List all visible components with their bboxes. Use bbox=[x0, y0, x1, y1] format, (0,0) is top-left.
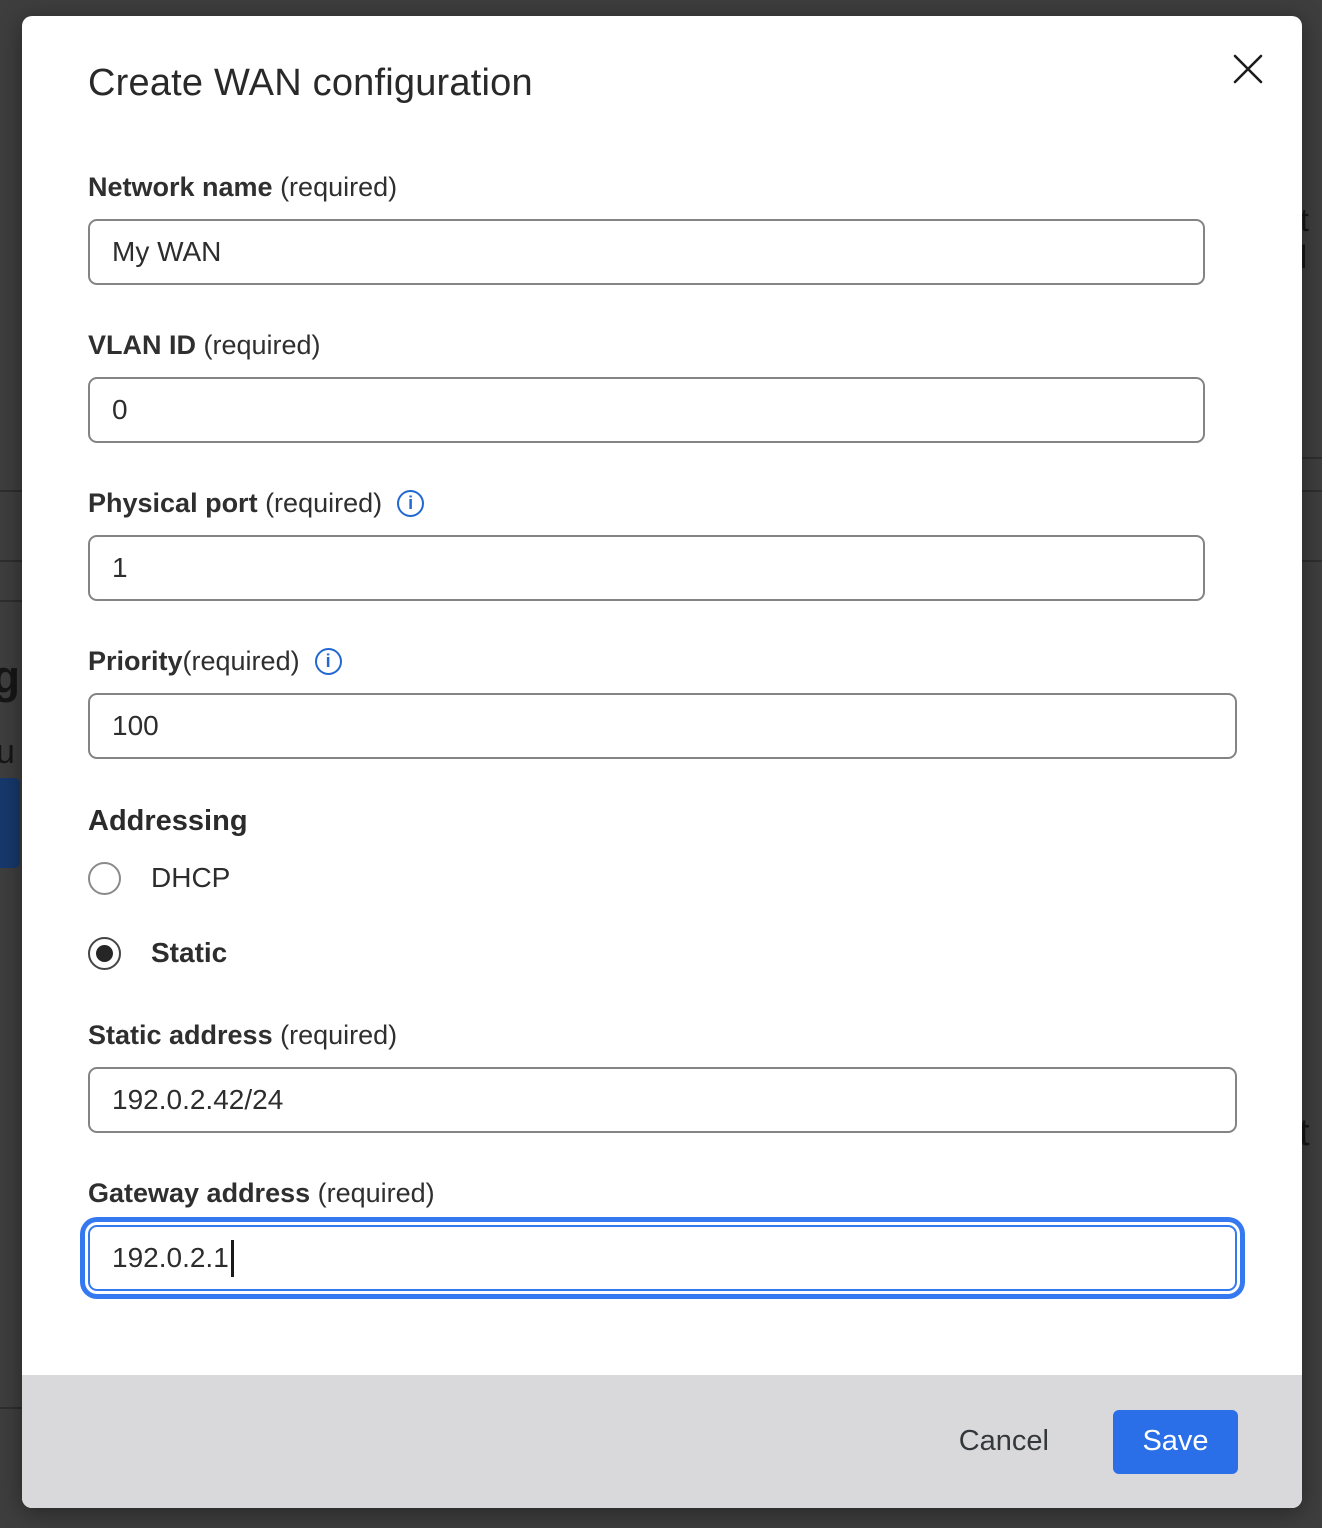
priority-label: Priority(required) i bbox=[88, 644, 1236, 678]
input-value: 192.0.2.1 bbox=[112, 1242, 229, 1274]
vlan-id-label: VLAN ID (required) bbox=[88, 328, 1236, 362]
field-label-text: Gateway address bbox=[88, 1176, 310, 1210]
background-text-fragment: t l bbox=[1300, 202, 1322, 276]
required-marker: (required) bbox=[273, 170, 398, 204]
required-marker: (required) bbox=[196, 328, 321, 362]
required-marker: (required) bbox=[258, 486, 383, 520]
addressing-heading: Addressing bbox=[88, 803, 1236, 839]
input-value: 100 bbox=[112, 710, 159, 742]
addressing-option-dhcp[interactable]: DHCP bbox=[88, 861, 1236, 895]
network-name-label: Network name (required) bbox=[88, 170, 1236, 204]
required-marker: (required) bbox=[183, 644, 300, 678]
radio-dot bbox=[96, 945, 113, 962]
priority-group: Priority(required) i 100 bbox=[88, 644, 1236, 759]
network-name-input[interactable]: My WAN bbox=[88, 219, 1205, 285]
background-table-line bbox=[0, 1407, 22, 1409]
radio-label: DHCP bbox=[151, 862, 230, 894]
radio-button-selected-icon[interactable] bbox=[88, 937, 121, 970]
background-table-line bbox=[0, 600, 22, 602]
radio-button-icon[interactable] bbox=[88, 862, 121, 895]
background-table-line bbox=[1302, 457, 1322, 459]
addressing-option-static[interactable]: Static bbox=[88, 936, 1236, 970]
required-marker: (required) bbox=[310, 1176, 435, 1210]
vlan-id-group: VLAN ID (required) 0 bbox=[88, 328, 1236, 443]
background-blue-button-fragment bbox=[0, 778, 20, 868]
static-address-label: Static address (required) bbox=[88, 1018, 1236, 1052]
physical-port-group: Physical port (required) i 1 bbox=[88, 486, 1236, 601]
background-table-line bbox=[1302, 490, 1322, 492]
physical-port-label: Physical port (required) i bbox=[88, 486, 1236, 520]
field-label-text: Physical port bbox=[88, 486, 258, 520]
radio-label: Static bbox=[151, 937, 227, 969]
background-table-line bbox=[1302, 560, 1322, 562]
background-text-fragment: u bbox=[0, 733, 15, 772]
background-table-line bbox=[0, 560, 22, 562]
static-address-input[interactable]: 192.0.2.42/24 bbox=[88, 1067, 1237, 1133]
field-label-text: Priority bbox=[88, 644, 183, 678]
input-value: 192.0.2.42/24 bbox=[112, 1084, 283, 1116]
field-label-text: Static address bbox=[88, 1018, 273, 1052]
input-value: My WAN bbox=[112, 236, 221, 268]
modal-title: Create WAN configuration bbox=[88, 58, 1236, 108]
priority-input[interactable]: 100 bbox=[88, 693, 1237, 759]
network-name-group: Network name (required) My WAN bbox=[88, 170, 1236, 285]
required-marker: (required) bbox=[273, 1018, 398, 1052]
input-value: 1 bbox=[112, 552, 128, 584]
field-label-text: Network name bbox=[88, 170, 273, 204]
gateway-address-label: Gateway address (required) bbox=[88, 1176, 1236, 1210]
text-caret bbox=[231, 1240, 234, 1277]
gateway-address-group: Gateway address (required) 192.0.2.1 bbox=[88, 1176, 1236, 1291]
gateway-address-input[interactable]: 192.0.2.1 bbox=[88, 1225, 1237, 1291]
input-value: 0 bbox=[112, 394, 128, 426]
vlan-id-input[interactable]: 0 bbox=[88, 377, 1205, 443]
field-label-text: VLAN ID bbox=[88, 328, 196, 362]
save-button[interactable]: Save bbox=[1113, 1410, 1238, 1474]
create-wan-configuration-modal: Create WAN configuration Network name (r… bbox=[22, 16, 1302, 1508]
info-icon[interactable]: i bbox=[397, 490, 424, 517]
background-table-line bbox=[0, 490, 22, 492]
cancel-button[interactable]: Cancel bbox=[941, 1415, 1067, 1468]
static-address-group: Static address (required) 192.0.2.42/24 bbox=[88, 1018, 1236, 1133]
physical-port-input[interactable]: 1 bbox=[88, 535, 1205, 601]
info-icon[interactable]: i bbox=[315, 648, 342, 675]
modal-footer: Cancel Save bbox=[22, 1375, 1302, 1508]
